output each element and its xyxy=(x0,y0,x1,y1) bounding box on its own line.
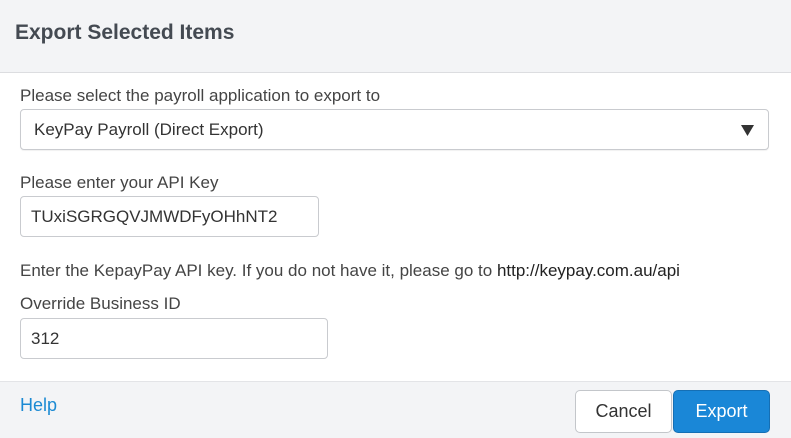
dialog-footer: Help Cancel Export xyxy=(0,381,791,438)
keypay-api-url: http://keypay.com.au/api xyxy=(496,261,680,280)
api-key-input[interactable] xyxy=(20,196,319,237)
dialog-header: Export Selected Items xyxy=(0,0,791,73)
cancel-button[interactable]: Cancel xyxy=(575,390,672,433)
export-button[interactable]: Export xyxy=(673,390,770,433)
triangle-down-icon xyxy=(741,125,754,136)
override-business-id-label: Override Business ID xyxy=(20,294,181,313)
dialog-title: Export Selected Items xyxy=(15,21,235,44)
api-key-hint: Enter the KepayPay API key. If you do no… xyxy=(20,261,680,281)
override-business-id-input[interactable] xyxy=(20,318,328,359)
api-key-label: Please enter your API Key xyxy=(20,173,219,192)
help-link[interactable]: Help xyxy=(20,395,57,416)
api-key-hint-text: Enter the KepayPay API key. If you do no… xyxy=(20,261,497,280)
payroll-app-select[interactable]: KeyPay Payroll (Direct Export) xyxy=(20,109,769,150)
payroll-app-label: Please select the payroll application to… xyxy=(20,86,381,105)
export-dialog: Export Selected Items Please select the … xyxy=(0,0,791,438)
payroll-app-selected-value: KeyPay Payroll (Direct Export) xyxy=(34,120,264,139)
